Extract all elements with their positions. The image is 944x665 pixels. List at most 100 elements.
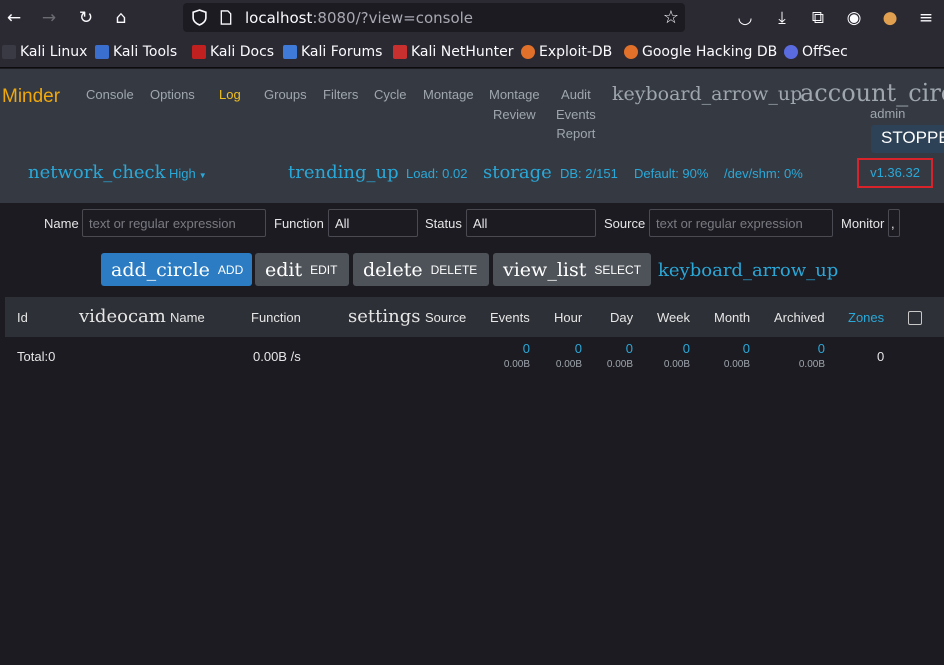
brand-logo[interactable]: Minder [2, 86, 60, 108]
shield-icon[interactable] [191, 9, 208, 26]
address-bar[interactable]: localhost:8080/?view=console ☆ [183, 3, 685, 32]
bookmark-kali-forums[interactable]: Kali Forums [283, 43, 382, 61]
bookmark-kali-tools[interactable]: Kali Tools [95, 43, 177, 61]
col-source[interactable]: Source [425, 310, 466, 325]
add-circle-icon: add_circle [111, 258, 210, 281]
nav-groups[interactable]: Groups [264, 85, 307, 105]
bookmark-offsec[interactable]: OffSec [784, 43, 848, 61]
total-day[interactable]: 0 [593, 341, 633, 356]
col-week[interactable]: Week [657, 310, 690, 325]
total-events[interactable]: 0 [490, 341, 530, 356]
col-archived[interactable]: Archived [774, 310, 825, 325]
function-filter-label: Function [274, 216, 324, 231]
total-archived[interactable]: 0 [785, 341, 825, 356]
kali-forums-icon [283, 45, 297, 59]
caret-down-icon: ▼ [198, 171, 207, 180]
browser-toolbar: ← → ↻ ⌂ localhost:8080/?view=console ☆ ◡… [0, 0, 944, 36]
col-name[interactable]: Name [170, 310, 205, 325]
total-archived-size: 0.00B [798, 359, 825, 370]
total-week[interactable]: 0 [650, 341, 690, 356]
ghdb-icon [624, 45, 638, 59]
total-day-size: 0.00B [606, 359, 633, 370]
bandwidth-dropdown[interactable]: High ▼ [169, 166, 207, 181]
edit-monitor-button[interactable]: edit EDIT [255, 253, 349, 286]
col-zones[interactable]: Zones [848, 310, 884, 325]
nav-filters[interactable]: Filters [323, 85, 358, 105]
select-monitors-button[interactable]: view_list SELECT [493, 253, 651, 286]
videocam-icon: videocam [79, 306, 166, 327]
profile-icon[interactable]: ◉ [842, 6, 866, 30]
forward-icon[interactable]: → [37, 6, 61, 30]
network-check-icon: network_check [28, 162, 166, 183]
col-id[interactable]: Id [17, 310, 28, 325]
username[interactable]: admin [870, 106, 905, 121]
col-function[interactable]: Function [251, 310, 301, 325]
status-filter-select[interactable]: All [466, 209, 596, 237]
exploit-db-icon [521, 45, 535, 59]
total-month[interactable]: 0 [710, 341, 750, 356]
back-icon[interactable]: ← [2, 6, 26, 30]
trending-up-icon: trending_up [288, 162, 399, 183]
nav-options[interactable]: Options [150, 85, 195, 105]
zoneminder-console: Minder Console Options Log Groups Filter… [0, 69, 944, 665]
account-circle-icon[interactable]: account_circle [800, 79, 944, 107]
status-filter-label: Status [425, 216, 462, 231]
total-hour[interactable]: 0 [542, 341, 582, 356]
total-hour-size: 0.00B [555, 359, 582, 370]
name-filter-input[interactable]: text or regular expression [82, 209, 266, 237]
edit-icon: edit [265, 258, 303, 281]
menu-icon[interactable]: ≡ [914, 6, 938, 30]
total-zones: 0 [877, 349, 885, 364]
total-count: Total:0 [17, 349, 56, 364]
total-events-size: 0.00B [503, 359, 530, 370]
collapse-navbar-icon[interactable]: keyboard_arrow_up [612, 83, 802, 105]
addon-icon[interactable]: ● [878, 6, 902, 30]
storage-icon: storage [483, 162, 552, 183]
nav-cycle[interactable]: Cycle [374, 85, 407, 105]
kali-docs-icon [192, 45, 206, 59]
col-month[interactable]: Month [714, 310, 750, 325]
extensions-icon[interactable]: ⧉ [806, 6, 830, 30]
bookmark-exploit-db[interactable]: Exploit-DB [521, 43, 612, 61]
downloads-icon[interactable]: ⤓ [770, 6, 794, 30]
nav-montage[interactable]: Montage [423, 85, 474, 105]
delete-icon: delete [363, 258, 423, 281]
bookmark-star-icon[interactable]: ☆ [663, 7, 679, 28]
function-filter-select[interactable]: All [328, 209, 418, 237]
navbar: Minder Console Options Log Groups Filter… [0, 69, 944, 203]
kali-tools-icon [95, 45, 109, 59]
total-week-size: 0.00B [663, 359, 690, 370]
source-filter-input[interactable]: text or regular expression [649, 209, 833, 237]
col-day[interactable]: Day [610, 310, 633, 325]
name-filter-label: Name [44, 216, 79, 231]
add-monitor-button[interactable]: add_circle ADD [101, 253, 252, 286]
collapse-filters-icon[interactable]: keyboard_arrow_up [658, 260, 838, 281]
nav-montage-review[interactable]: Montage Review [489, 85, 540, 124]
col-hour[interactable]: Hour [554, 310, 582, 325]
bookmark-kali-nethunter[interactable]: Kali NetHunter [393, 43, 513, 61]
home-icon[interactable]: ⌂ [109, 6, 133, 30]
monitor-filter-label: Monitor [841, 216, 885, 231]
monitor-filter-select[interactable]: , [888, 209, 900, 237]
bookmarks-bar: Kali Linux Kali Tools Kali Docs Kali For… [0, 36, 944, 68]
nav-console[interactable]: Console [86, 85, 134, 105]
version-badge[interactable]: v1.36.32 [857, 158, 933, 188]
page-icon[interactable] [219, 10, 233, 25]
bookmark-google-hacking-db[interactable]: Google Hacking DB [624, 43, 777, 61]
reload-icon[interactable]: ↻ [74, 6, 98, 30]
select-all-checkbox[interactable] [908, 311, 922, 325]
bookmark-kali-linux[interactable]: Kali Linux [2, 43, 87, 61]
col-events[interactable]: Events [490, 310, 530, 325]
source-filter-label: Source [604, 216, 646, 231]
url-text[interactable]: localhost:8080/?view=console [245, 9, 473, 27]
delete-monitor-button[interactable]: delete DELETE [353, 253, 489, 286]
db-status: DB: 2/151 [560, 166, 618, 181]
nav-audit-events-report[interactable]: Audit Events Report [556, 85, 596, 144]
nav-log[interactable]: Log [219, 85, 241, 105]
bookmark-kali-docs[interactable]: Kali Docs [192, 43, 274, 61]
pocket-icon[interactable]: ◡ [733, 6, 757, 30]
run-state-button[interactable]: STOPPED [871, 125, 944, 153]
offsec-icon [784, 45, 798, 59]
view-list-icon: view_list [503, 258, 587, 281]
default-storage-status: Default: 90% [634, 166, 709, 181]
